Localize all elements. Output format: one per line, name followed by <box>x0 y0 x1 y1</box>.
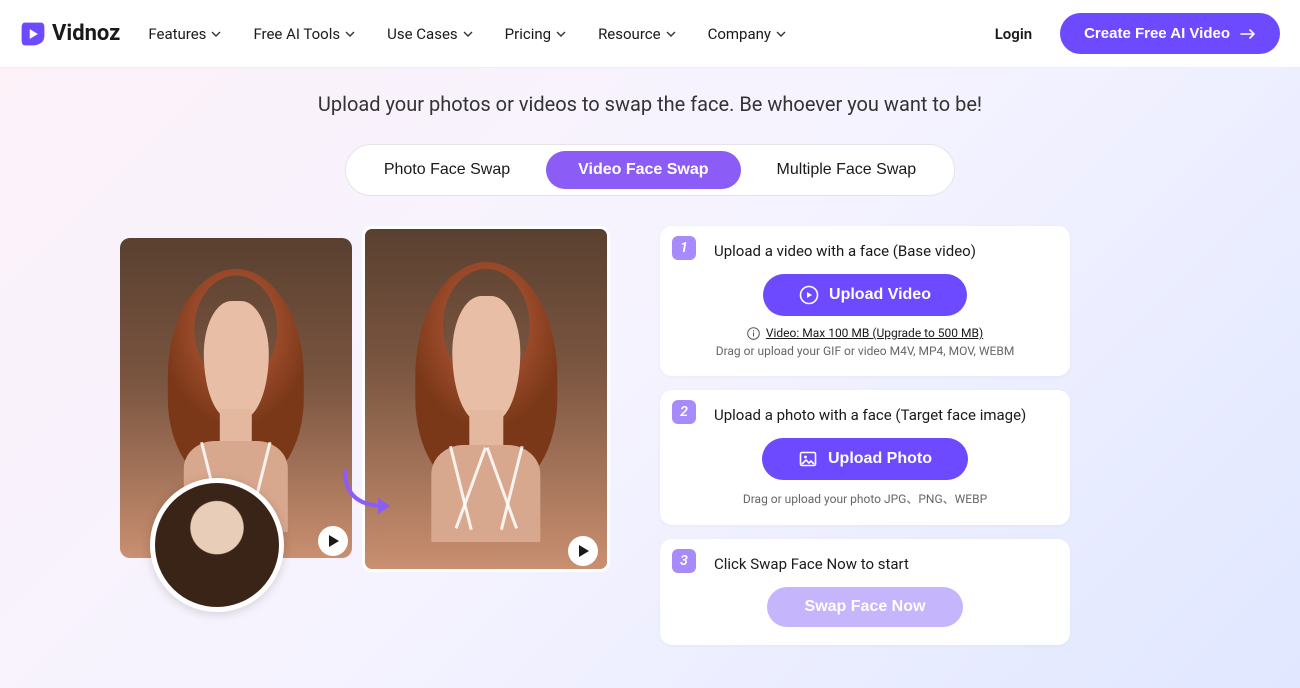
step-number: 1 <box>672 236 696 260</box>
swap-preview <box>120 226 610 606</box>
chevron-down-icon <box>463 31 473 37</box>
nav-label: Resource <box>598 25 661 43</box>
steps-panel: 1 Upload a video with a face (Base video… <box>660 226 1070 645</box>
target-face-avatar <box>150 478 284 612</box>
header-actions: Login Create Free AI Video <box>995 13 1280 54</box>
swap-face-button[interactable]: Swap Face Now <box>767 587 964 627</box>
photo-format-hint: Drag or upload your photo JPG、PNG、WEBP <box>678 490 1052 507</box>
logo-mark-icon <box>20 21 46 47</box>
nav-label: Free AI Tools <box>253 25 340 43</box>
nav-label: Company <box>708 25 771 43</box>
play-icon[interactable] <box>568 536 598 566</box>
arrow-right-icon <box>1240 28 1256 40</box>
play-circle-icon <box>799 285 819 305</box>
image-icon <box>798 449 818 469</box>
cta-label: Create Free AI Video <box>1084 25 1230 42</box>
mode-tabs-container: Photo Face Swap Video Face Swap Multiple… <box>0 144 1300 196</box>
brand-name: Vidnoz <box>52 21 120 46</box>
nav-features[interactable]: Features <box>148 25 221 43</box>
step-upload-photo: 2 Upload a photo with a face (Target fac… <box>660 390 1070 525</box>
swap-arrow-icon <box>340 466 400 516</box>
nav-resource[interactable]: Resource <box>598 25 676 43</box>
content-row: 1 Upload a video with a face (Base video… <box>0 226 1300 645</box>
upload-photo-button[interactable]: Upload Photo <box>762 438 968 480</box>
video-limit-link[interactable]: Video: Max 100 MB (Upgrade to 500 MB) <box>766 326 983 340</box>
chevron-down-icon <box>211 31 221 37</box>
info-icon <box>747 327 760 340</box>
tab-multiple-face-swap[interactable]: Multiple Face Swap <box>745 151 949 189</box>
login-link[interactable]: Login <box>995 25 1032 43</box>
brand-logo[interactable]: Vidnoz <box>20 21 120 47</box>
tab-video-face-swap[interactable]: Video Face Swap <box>546 151 740 189</box>
chevron-down-icon <box>556 31 566 37</box>
step-upload-video: 1 Upload a video with a face (Base video… <box>660 226 1070 376</box>
button-label: Upload Photo <box>828 450 932 468</box>
nav-free-ai-tools[interactable]: Free AI Tools <box>253 25 355 43</box>
chevron-down-icon <box>666 31 676 37</box>
site-header: Vidnoz Features Free AI Tools Use Cases … <box>0 0 1300 68</box>
result-video-thumb <box>362 226 610 572</box>
video-limit-row: Video: Max 100 MB (Upgrade to 500 MB) <box>678 326 1052 340</box>
tab-photo-face-swap[interactable]: Photo Face Swap <box>352 151 542 189</box>
nav-pricing[interactable]: Pricing <box>505 25 566 43</box>
nav-label: Pricing <box>505 25 551 43</box>
play-icon[interactable] <box>318 526 348 556</box>
create-video-cta-button[interactable]: Create Free AI Video <box>1060 13 1280 54</box>
step-number: 2 <box>672 400 696 424</box>
step-swap: 3 Click Swap Face Now to start Swap Face… <box>660 539 1070 645</box>
video-format-hint: Drag or upload your GIF or video M4V, MP… <box>678 344 1052 358</box>
nav-label: Use Cases <box>387 25 458 43</box>
chevron-down-icon <box>776 31 786 37</box>
button-label: Upload Video <box>829 286 931 304</box>
page-subtitle: Upload your photos or videos to swap the… <box>0 92 1300 116</box>
nav-company[interactable]: Company <box>708 25 786 43</box>
step-title: Upload a video with a face (Base video) <box>714 242 1052 260</box>
nav-label: Features <box>148 25 206 43</box>
step-title: Upload a photo with a face (Target face … <box>714 406 1052 424</box>
upload-video-button[interactable]: Upload Video <box>763 274 967 316</box>
step-number: 3 <box>672 549 696 573</box>
main-content: Upload your photos or videos to swap the… <box>0 68 1300 665</box>
chevron-down-icon <box>345 31 355 37</box>
step-title: Click Swap Face Now to start <box>714 555 1052 573</box>
nav-use-cases[interactable]: Use Cases <box>387 25 473 43</box>
main-nav: Features Free AI Tools Use Cases Pricing… <box>148 25 994 43</box>
mode-tabs: Photo Face Swap Video Face Swap Multiple… <box>345 144 955 196</box>
